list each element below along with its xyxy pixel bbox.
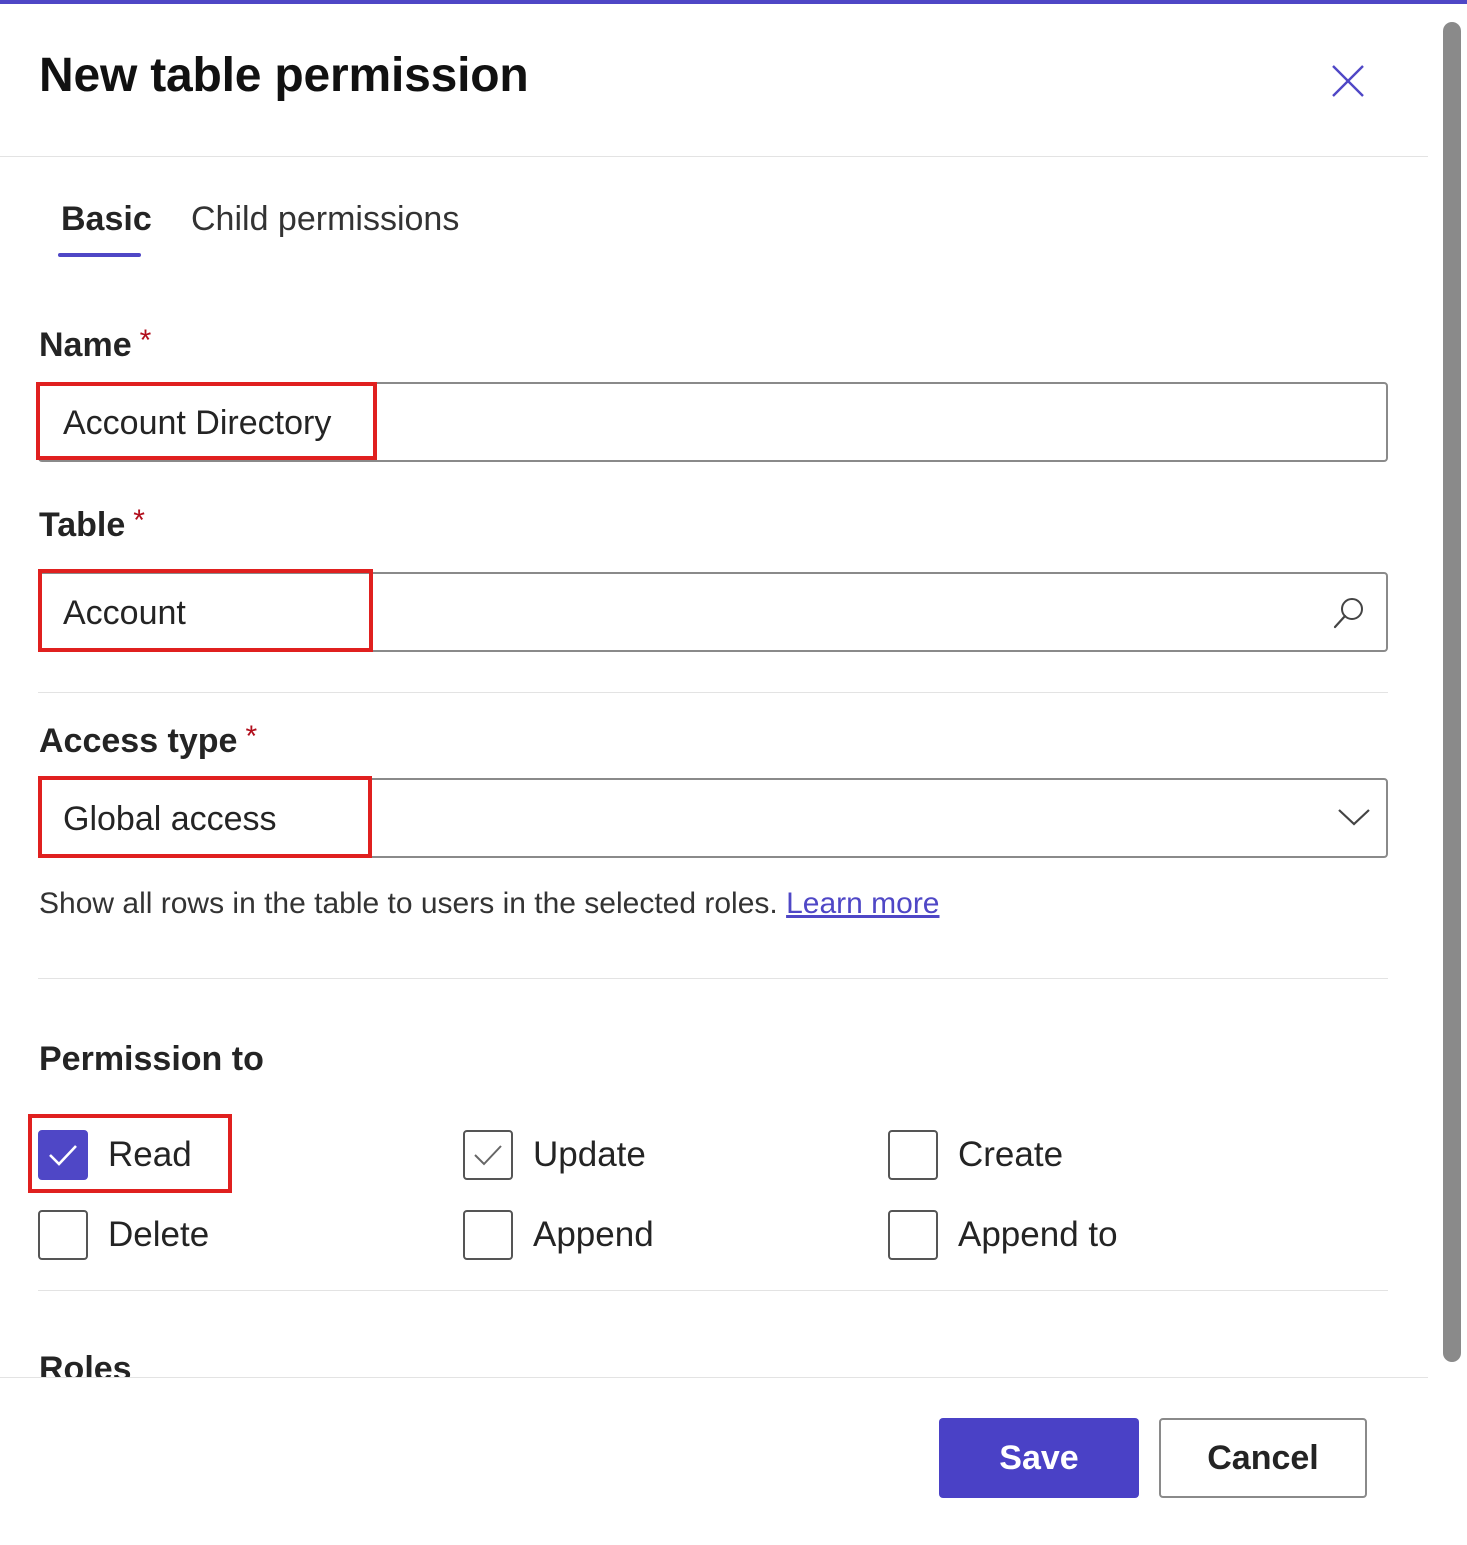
- top-accent-bar: [0, 0, 1467, 4]
- checkbox-append[interactable]: Append: [463, 1210, 654, 1260]
- checkbox-create[interactable]: Create: [888, 1130, 1063, 1180]
- access-type-label: Access type *: [39, 720, 258, 761]
- checkbox-label: Delete: [108, 1215, 210, 1254]
- search-icon[interactable]: [1332, 596, 1366, 630]
- tab-selected-indicator: [58, 253, 141, 257]
- name-input[interactable]: Account Directory: [38, 382, 1388, 462]
- checkbox-label: Create: [958, 1135, 1064, 1174]
- panel-title: New table permission: [39, 49, 529, 102]
- access-type-helper: Show all rows in the table to users in t…: [39, 887, 940, 921]
- checkbox-box[interactable]: [888, 1210, 938, 1260]
- section-divider: [38, 978, 1388, 979]
- save-button[interactable]: Save: [939, 1418, 1139, 1498]
- checkbox-box[interactable]: [463, 1130, 513, 1180]
- chevron-down-icon: [1338, 809, 1370, 826]
- access-type-value: Global access: [63, 800, 277, 838]
- checkbox-box[interactable]: [888, 1130, 938, 1180]
- checkbox-box[interactable]: [463, 1210, 513, 1260]
- checkbox-label: Append to: [958, 1215, 1118, 1254]
- learn-more-link[interactable]: Learn more: [786, 887, 939, 920]
- checkbox-label: Read: [108, 1135, 192, 1174]
- checkbox-label: Append: [533, 1215, 654, 1254]
- checkbox-read[interactable]: Read: [38, 1130, 192, 1180]
- permission-to-label: Permission to: [39, 1040, 264, 1078]
- tab-basic[interactable]: Basic: [61, 200, 152, 239]
- required-marker: *: [133, 504, 145, 537]
- checkbox-label: Update: [533, 1135, 646, 1174]
- tab-child-permissions[interactable]: Child permissions: [191, 200, 459, 239]
- table-input-value: Account: [63, 594, 186, 632]
- checkbox-append-to[interactable]: Append to: [888, 1210, 1118, 1260]
- table-label: Table *: [39, 504, 145, 545]
- access-type-dropdown[interactable]: Global access: [38, 778, 1388, 858]
- scrollbar-thumb[interactable]: [1443, 22, 1461, 1362]
- name-input-value: Account Directory: [63, 404, 332, 442]
- cancel-button[interactable]: Cancel: [1159, 1418, 1367, 1498]
- table-lookup-input[interactable]: Account: [38, 572, 1388, 652]
- checkmark-icon: [474, 1145, 502, 1166]
- close-icon: [1332, 65, 1364, 97]
- checkbox-box[interactable]: [38, 1210, 88, 1260]
- table-label-text: Table: [39, 506, 126, 544]
- required-marker: *: [245, 720, 258, 753]
- helper-text: Show all rows in the table to users in t…: [39, 887, 778, 920]
- checkbox-delete[interactable]: Delete: [38, 1210, 209, 1260]
- name-label: Name *: [39, 324, 152, 365]
- access-type-label-text: Access type: [39, 722, 238, 760]
- close-button[interactable]: [1323, 56, 1373, 106]
- section-divider: [38, 1290, 1388, 1291]
- checkbox-box[interactable]: [38, 1130, 88, 1180]
- checkbox-update[interactable]: Update: [463, 1130, 646, 1180]
- section-divider: [38, 692, 1388, 693]
- required-marker: *: [139, 324, 152, 357]
- header-divider: [0, 156, 1428, 157]
- name-label-text: Name: [39, 326, 132, 364]
- checkmark-icon: [49, 1145, 77, 1166]
